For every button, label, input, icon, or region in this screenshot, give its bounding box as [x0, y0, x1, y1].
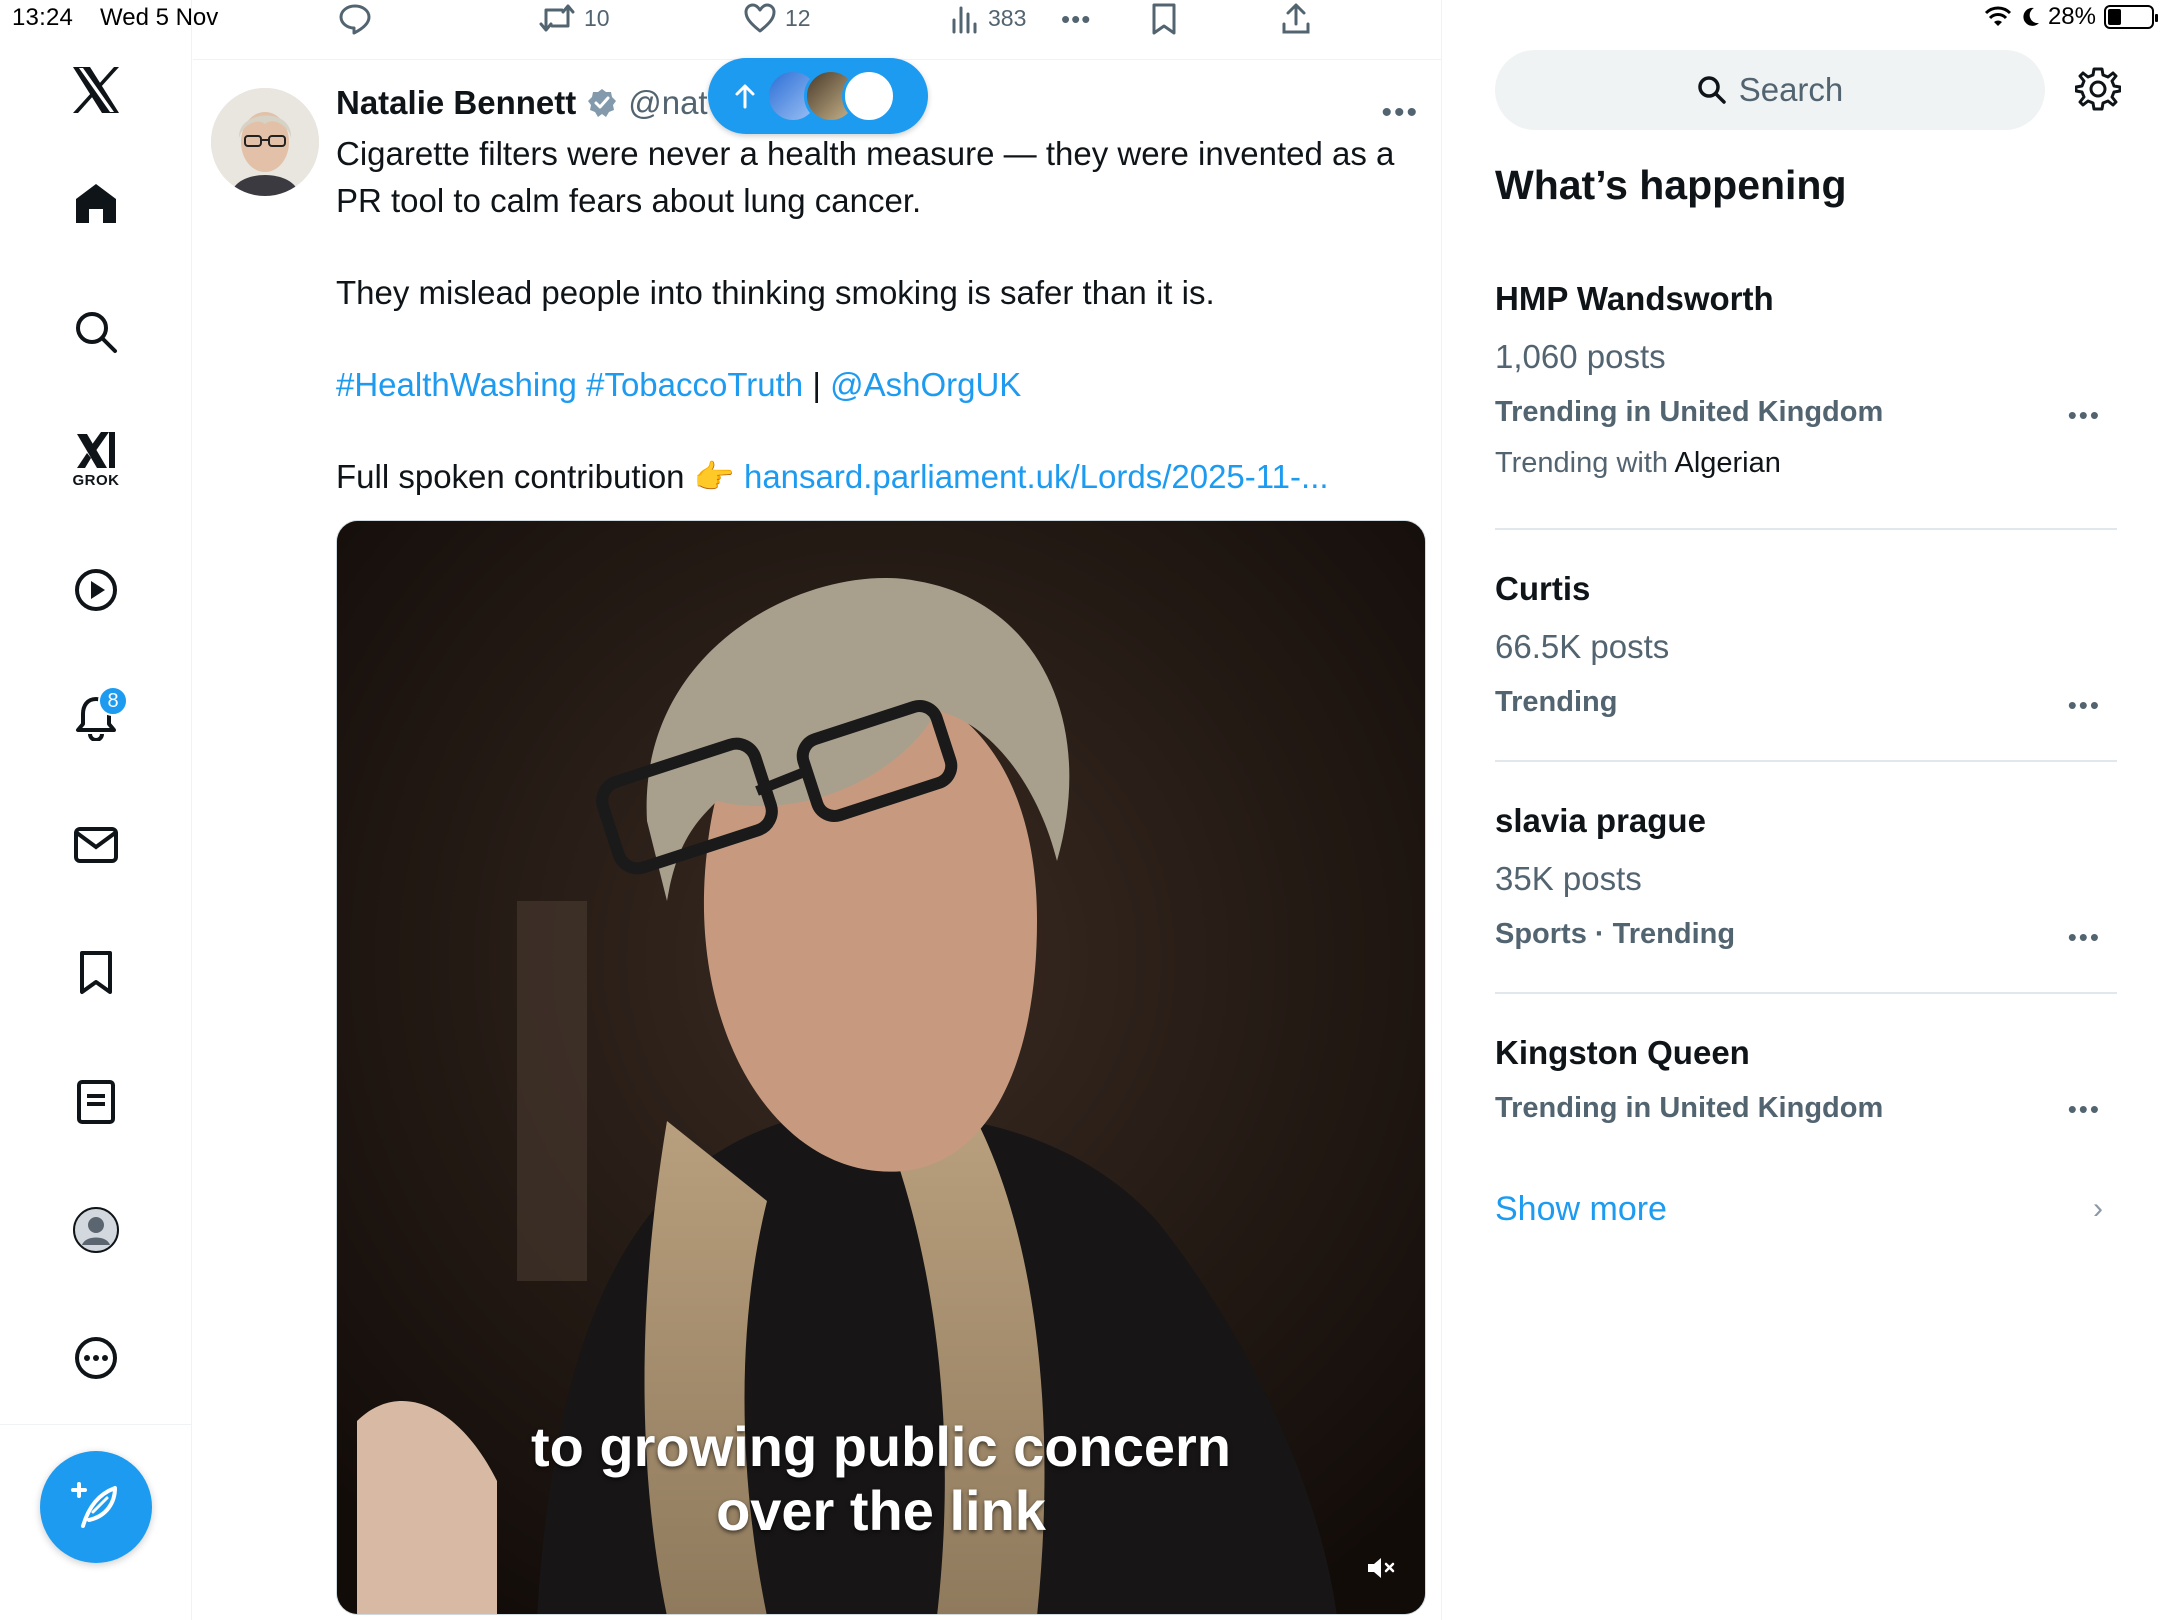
trend-name: Kingston Queen	[1495, 1034, 1750, 1071]
right-sidebar: Search What’s happening HMP Wandsworth 1…	[1443, 0, 2160, 1620]
more-dots: •••	[1061, 4, 1092, 34]
trend-more-button[interactable]: •••	[2068, 400, 2101, 431]
avatar	[842, 69, 896, 123]
author-handle[interactable]: @nat	[628, 84, 707, 122]
tweet-more-button[interactable]: •••	[1381, 96, 1419, 130]
trend-posts: 1,060 posts	[1495, 338, 1666, 375]
trend-context: Trending in United Kingdom	[1495, 1092, 1884, 1124]
trend-divider	[1495, 760, 2117, 762]
trend-item[interactable]: slavia prague 35K posts Sports · Trendin…	[1495, 802, 2117, 953]
caption-line: to growing public concern	[531, 1415, 1231, 1478]
trend-item[interactable]: HMP Wandsworth 1,060 posts Trending in U…	[1495, 280, 2117, 480]
tweet-contribution: Full spoken contribution 👉 hansard.parli…	[336, 453, 1426, 500]
verified-icon	[588, 89, 617, 117]
trend-with: Trending with Algerian	[1495, 447, 2117, 480]
tweet-video[interactable]: to growing public concern over the link	[336, 520, 1426, 1615]
trend-with-value: Algerian	[1674, 447, 1781, 479]
trend-name: HMP Wandsworth	[1495, 280, 1774, 317]
trend-divider	[1495, 528, 2117, 530]
nav-divider	[0, 1424, 192, 1425]
contribution-label: Full spoken contribution	[336, 458, 685, 495]
muted-speaker-icon	[1368, 1558, 1395, 1578]
settings-button[interactable]	[2074, 66, 2122, 117]
reply-button[interactable]	[338, 2, 372, 36]
messages-icon[interactable]	[56, 805, 136, 885]
tweet-paragraph: Cigarette filters were never a health me…	[336, 135, 1395, 219]
chevron-right-icon: ›	[2093, 1192, 2103, 1225]
trend-item[interactable]: Curtis 66.5K posts Trending •••	[1495, 570, 2117, 721]
mute-button[interactable]	[1357, 1544, 1405, 1592]
trend-context: Trending in United Kingdom	[1495, 396, 1884, 428]
like-count: 12	[785, 4, 811, 31]
trend-item[interactable]: Kingston Queen Trending in United Kingdo…	[1495, 1034, 2117, 1125]
tweet-author[interactable]: Natalie Bennett @nat	[336, 84, 708, 122]
notifications-badge: 8	[98, 686, 128, 716]
search-icon	[1697, 76, 1726, 104]
caption-line: over the link	[716, 1479, 1046, 1542]
trend-name: Curtis	[1495, 570, 1591, 607]
tweet-action-bar: 10 12 383 •••	[193, 0, 1442, 60]
retweet-icon	[539, 4, 575, 32]
reply-icon	[339, 4, 371, 35]
bookmark-icon	[1152, 3, 1176, 35]
trend-more-button[interactable]: •••	[2068, 690, 2101, 721]
trend-with-prefix: Trending with	[1495, 447, 1669, 479]
views-count: 383	[988, 4, 1027, 31]
arrow-up-icon	[735, 84, 755, 109]
hashtag-link[interactable]: #HealthWashing	[336, 366, 577, 403]
separator: |	[812, 366, 821, 403]
tweet-paragraph: They mislead people into thinking smokin…	[336, 274, 1215, 311]
bookmarks-icon[interactable]	[56, 933, 136, 1013]
search-icon[interactable]	[56, 292, 136, 372]
author-name[interactable]: Natalie Bennett	[336, 84, 576, 122]
trend-more-button[interactable]: •••	[2068, 922, 2101, 953]
show-more-link[interactable]: Show more	[1495, 1190, 1667, 1229]
left-navigation: GROK 8	[0, 0, 192, 1620]
trend-context: Trending	[1495, 686, 1618, 718]
hashtag-link[interactable]: #TobaccoTruth	[586, 366, 803, 403]
more-icon[interactable]	[56, 1318, 136, 1398]
views-button[interactable]: 383	[950, 2, 1026, 34]
pointing-emoji-icon: 👉	[693, 458, 735, 495]
grok-actions-button[interactable]: •••	[1061, 4, 1091, 35]
grok-icon[interactable]: GROK	[56, 420, 136, 500]
trend-more-button[interactable]: •••	[2068, 1094, 2101, 1125]
share-button[interactable]	[1280, 2, 1312, 36]
compose-icon	[71, 1482, 117, 1528]
profile-icon[interactable]	[56, 1190, 136, 1270]
heart-icon	[744, 3, 776, 33]
search-placeholder: Search	[1738, 71, 1844, 108]
x-logo-icon[interactable]	[56, 50, 136, 130]
gear-icon	[2074, 67, 2122, 111]
mention-link[interactable]: @AshOrgUK	[830, 366, 1021, 403]
notifications-icon[interactable]: 8	[56, 678, 136, 758]
lists-icon[interactable]	[56, 1062, 136, 1142]
share-icon	[1282, 3, 1310, 34]
new-posts-pill[interactable]	[708, 58, 928, 134]
compose-button[interactable]	[40, 1451, 152, 1563]
hansard-link[interactable]: hansard.parliament.uk/Lords/2025-11-...	[744, 458, 1329, 495]
tweet-body: Cigarette filters were never a health me…	[336, 130, 1426, 545]
trend-name: slavia prague	[1495, 802, 1706, 839]
author-avatar[interactable]	[211, 88, 319, 196]
search-input[interactable]: Search	[1495, 50, 2045, 130]
retweet-count: 10	[584, 4, 610, 31]
tweet-tags: #HealthWashing #TobaccoTruth | @AshOrgUK	[336, 361, 1426, 408]
trend-divider	[1495, 992, 2117, 994]
trend-posts: 66.5K posts	[1495, 628, 1670, 665]
grok-label: GROK	[72, 472, 120, 489]
main-timeline: 10 12 383 ••• Natalie Bennett @nat ••• C…	[193, 0, 1442, 1620]
video-icon[interactable]	[56, 550, 136, 630]
retweet-button[interactable]: 10	[538, 2, 610, 34]
trend-posts: 35K posts	[1495, 860, 1642, 897]
video-caption: to growing public concern over the link	[337, 1415, 1425, 1543]
like-button[interactable]: 12	[743, 2, 811, 34]
whats-happening-title: What’s happening	[1495, 162, 1847, 208]
bookmark-button[interactable]	[1150, 2, 1178, 36]
new-posts-avatars	[766, 69, 896, 123]
views-icon	[952, 6, 977, 34]
trend-context: Sports · Trending	[1495, 918, 1736, 950]
home-icon[interactable]	[56, 163, 136, 243]
